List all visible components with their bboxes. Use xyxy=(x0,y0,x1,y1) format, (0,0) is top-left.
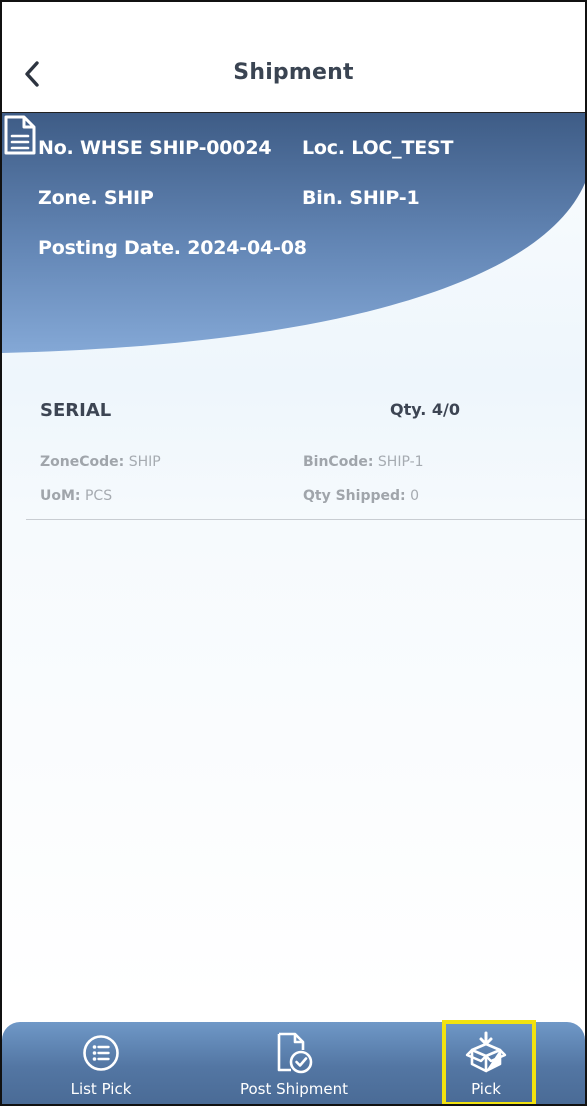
qty-shipped-value: 0 xyxy=(410,488,419,504)
uom-field: UoM: PCS xyxy=(40,488,112,504)
shipment-bin: Bin. SHIP-1 xyxy=(302,187,420,209)
item-name: SERIAL xyxy=(40,400,112,421)
uom-label: UoM: xyxy=(40,488,81,504)
zone-code-label: ZoneCode: xyxy=(40,454,125,470)
nav-list-pick-label: List Pick xyxy=(70,1080,132,1098)
bin-code-label: BinCode: xyxy=(303,454,374,470)
nav-pick-label: Pick xyxy=(471,1080,501,1098)
box-download-icon xyxy=(465,1031,507,1073)
uom-value: PCS xyxy=(84,488,113,504)
shipment-no: No. WHSE SHIP-00024 xyxy=(38,137,272,159)
nav-list-pick[interactable]: List Pick xyxy=(42,1022,160,1104)
app-frame: Shipment No. WHSE SHIP-00024 Loc. LOC_TE… xyxy=(0,0,587,1106)
bottom-nav: List Pick Post Shipment Pick xyxy=(2,1022,585,1104)
shipment-zone: Zone. SHIP xyxy=(38,187,154,209)
app-header: Shipment xyxy=(2,2,585,113)
nav-pick[interactable]: Pick xyxy=(446,1022,526,1104)
zone-code-value: SHIP xyxy=(128,454,161,470)
zone-code-field: ZoneCode: SHIP xyxy=(40,454,161,470)
document-icon[interactable] xyxy=(2,113,38,157)
page-title: Shipment xyxy=(233,60,354,85)
nav-post-shipment[interactable]: Post Shipment xyxy=(224,1022,364,1104)
shipment-posting-date: Posting Date. 2024-04-08 xyxy=(38,237,307,259)
shipment-location: Loc. LOC_TEST xyxy=(302,137,454,159)
list-item[interactable]: SERIAL Qty. 4/0 ZoneCode: SHIP BinCode: … xyxy=(26,382,585,520)
nav-post-shipment-label: Post Shipment xyxy=(239,1080,349,1098)
list-icon xyxy=(83,1035,119,1071)
qty-shipped-label: Qty Shipped: xyxy=(303,488,406,504)
bin-code-field: BinCode: SHIP-1 xyxy=(303,454,424,470)
qty-shipped-field: Qty Shipped: 0 xyxy=(303,488,419,504)
bin-code-value: SHIP-1 xyxy=(377,454,424,470)
post-document-icon xyxy=(277,1032,313,1074)
shipment-header-banner: No. WHSE SHIP-00024 Loc. LOC_TEST Zone. … xyxy=(2,113,585,363)
item-qty: Qty. 4/0 xyxy=(390,400,460,419)
